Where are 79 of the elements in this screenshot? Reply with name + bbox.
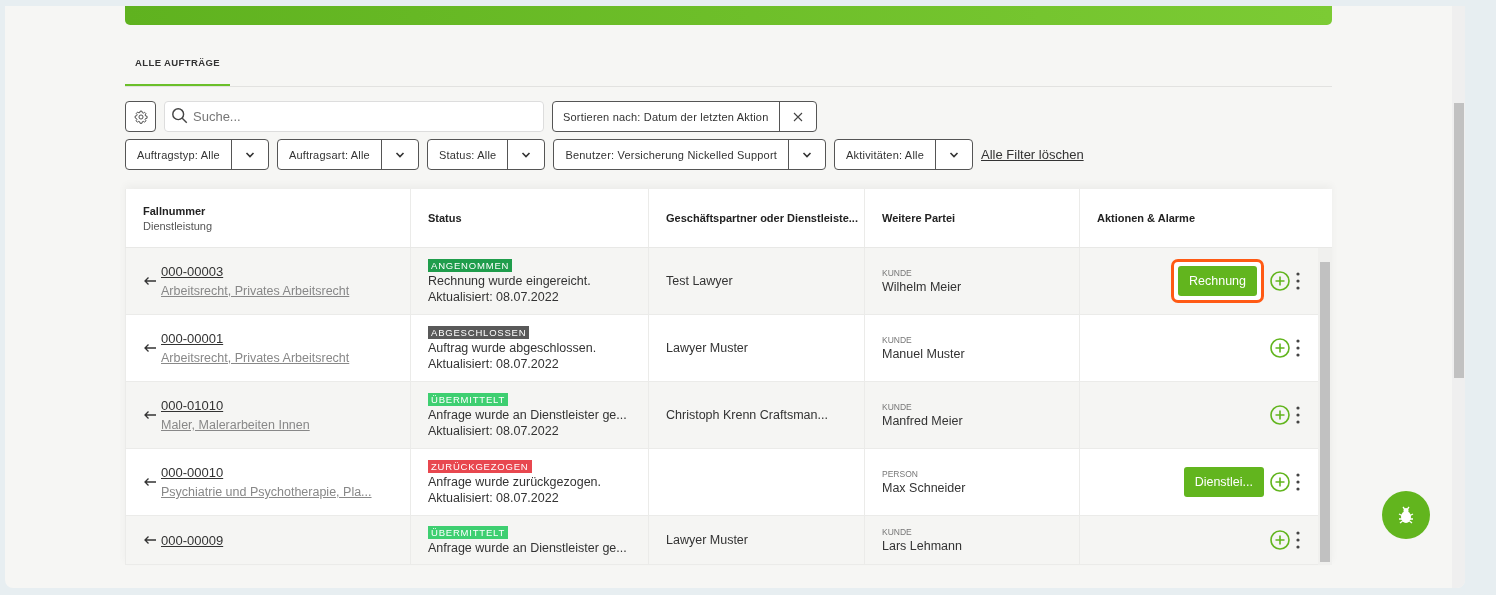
filter-dropdown[interactable]: Auftragsart: Alle	[276, 139, 419, 170]
settings-button[interactable]	[125, 101, 156, 132]
column-header: Geschäftspartner oder Dienstleiste...	[666, 212, 858, 224]
filter-dropdown[interactable]: Status: Alle	[426, 139, 546, 170]
arrow-left-icon	[143, 343, 157, 353]
updated-date: Aktualisiert: 08.07.2022	[428, 490, 559, 505]
tab[interactable]: ALLE AUFTRÄGE	[125, 45, 231, 86]
status-badge: ZURÜCKGEZOGEN	[428, 459, 532, 473]
add-icon[interactable]	[1270, 338, 1290, 358]
sort-label: Sortieren nach: Datum der letzten Aktion	[553, 102, 780, 131]
updated-date: Aktualisiert: 08.07.2022	[428, 356, 559, 371]
arrow-left-icon	[143, 276, 157, 286]
service-link[interactable]: Psychiatrie und Psychotherapie, Pla...	[161, 485, 372, 499]
status-message: Auftrag wurde abgeschlossen.	[428, 340, 597, 355]
case-number-link[interactable]: 000-00009	[161, 532, 224, 548]
partner-name: Christoph Krenn Craftsman...	[666, 408, 828, 422]
arrow-left-icon	[143, 477, 157, 487]
party-role: KUNDE	[882, 335, 912, 345]
add-icon[interactable]	[1270, 405, 1290, 425]
party-name: Max Schneider	[882, 481, 966, 495]
more-icon[interactable]	[1296, 531, 1300, 549]
status-badge: ÜBERMITTELT	[428, 525, 509, 539]
case-number-link[interactable]: 000-00001	[161, 331, 224, 346]
scrollbar[interactable]	[1318, 248, 1332, 565]
search-field[interactable]: Suche...	[164, 101, 544, 132]
partner-name: Lawyer Muster	[666, 533, 748, 547]
partner-name: Test Lawyer	[666, 274, 733, 288]
updated-date: Aktualisiert: 08.07.2022	[428, 289, 559, 304]
status-badge: ÜBERMITTELT	[428, 392, 509, 406]
add-icon[interactable]	[1270, 271, 1290, 291]
column-header: Status	[428, 212, 462, 224]
status-message: Anfrage wurde an Dienstleister ge...	[428, 540, 627, 555]
case-number-link[interactable]: 000-00010	[161, 465, 224, 480]
case-number-link[interactable]: 000-01010	[161, 398, 224, 413]
chevron-down-icon	[244, 151, 255, 158]
column-subheader: Dienstleistung	[143, 219, 213, 232]
party-role: PERSON	[882, 469, 918, 479]
party-name: Wilhelm Meier	[882, 280, 962, 294]
filter-dropdown[interactable]: Benutzer: Versicherung Nickelled Support	[553, 139, 826, 170]
more-icon[interactable]	[1296, 272, 1300, 290]
search-icon	[171, 107, 189, 125]
status-message: Rechnung wurde eingereicht.	[428, 273, 591, 288]
status-message: Anfrage wurde an Dienstleister ge...	[428, 407, 627, 422]
arrow-left-icon	[143, 410, 157, 420]
create-request-banner[interactable]	[125, 6, 1332, 25]
close-icon	[792, 111, 803, 122]
add-icon[interactable]	[1270, 472, 1290, 492]
party-role: KUNDE	[882, 527, 912, 537]
filter-dropdown[interactable]: Aktivitäten: Alle	[834, 139, 973, 170]
party-name: Manfred Meier	[882, 414, 963, 428]
bug-icon	[1396, 505, 1416, 525]
chevron-down-icon	[802, 151, 812, 158]
party-name: Manuel Muster	[882, 347, 965, 361]
column-header: Weitere Partei	[882, 212, 956, 224]
partner-name: Lawyer Muster	[666, 341, 748, 355]
chevron-down-icon	[394, 151, 405, 158]
add-icon[interactable]	[1270, 530, 1290, 550]
party-role: KUNDE	[882, 268, 912, 278]
updated-date: Aktualisiert: 08.07.2022	[428, 423, 559, 438]
status-message: Anfrage wurde zurückgezogen.	[428, 474, 602, 489]
clear-filters-link[interactable]: Alle Filter löschen	[981, 147, 1084, 162]
more-icon[interactable]	[1296, 473, 1300, 491]
chevron-down-icon	[521, 151, 532, 158]
party-name: Lars Lehmann	[882, 539, 962, 553]
column-header: Fallnummer	[143, 204, 207, 217]
settings-icon	[133, 109, 148, 124]
party-role: KUNDE	[882, 402, 912, 412]
more-icon[interactable]	[1296, 339, 1300, 357]
status-badge: ABGESCHLOSSEN	[428, 325, 530, 339]
filter-dropdown[interactable]: Auftragstyp: Alle	[125, 139, 269, 170]
more-icon[interactable]	[1296, 406, 1300, 424]
chevron-down-icon	[949, 151, 959, 158]
column-header: Aktionen & Alarme	[1097, 212, 1195, 224]
bug-report-button[interactable]	[1382, 491, 1430, 539]
status-badge: ANGENOMMEN	[428, 258, 513, 272]
arrow-left-icon	[143, 535, 157, 545]
service-link[interactable]: Arbeitsrecht, Privates Arbeitsrecht	[161, 351, 350, 365]
case-number-link[interactable]: 000-00003	[161, 264, 224, 279]
page-scrollbar[interactable]	[1452, 6, 1465, 588]
